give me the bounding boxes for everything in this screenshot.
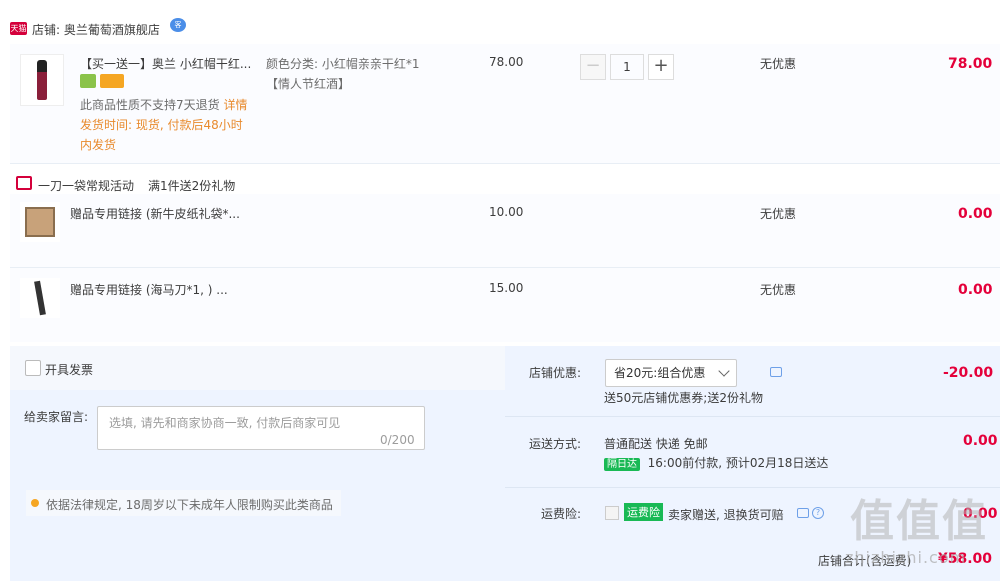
chevron-down-icon	[718, 365, 730, 377]
watermark-url: zhizhizhi.com	[845, 548, 967, 567]
gift-discount: 无优惠	[760, 283, 797, 297]
details-link[interactable]: 详情	[223, 98, 247, 112]
next-day-badge: 隔日达	[604, 458, 640, 471]
legal-notice-text: 依据法律规定, 18周岁以下未成年人限制购买此类商品	[46, 498, 333, 512]
decrease-quantity-button[interactable]: −	[580, 54, 606, 80]
corkscrew-icon	[34, 280, 46, 316]
item-subtotal: 78.00	[948, 56, 993, 72]
product-thumbnail[interactable]	[20, 54, 64, 106]
freight-insurance-label: 运费险:	[541, 507, 582, 521]
tmall-badge-icon: 天猫	[10, 22, 27, 35]
sku-option: 颜色分类: 小红帽亲亲干红*1	[266, 57, 420, 71]
ship-time-line2: 内发货	[80, 138, 117, 152]
gift-icon	[16, 176, 32, 190]
delivery-label: 运送方式:	[529, 437, 582, 451]
shop-name-link[interactable]: 店铺: 奥兰葡萄酒旗舰店	[32, 21, 160, 38]
gift-title[interactable]: 赠品专用链接 (海马刀*1, ) ...	[70, 281, 228, 298]
quantity-input[interactable]: 1	[610, 54, 644, 80]
freight-insurance-text: 卖家赠送, 退换货可赔	[668, 508, 784, 522]
gift-price: 10.00	[489, 205, 524, 219]
message-label: 给卖家留言:	[24, 410, 89, 424]
return-notice: 此商品性质不支持7天退货 详情	[80, 96, 247, 113]
gift-subtotal: 0.00	[958, 282, 993, 298]
ship-time-line1: 发货时间: 现货, 付款后48小时	[80, 118, 243, 132]
gift-item-row	[10, 268, 1000, 342]
delivery-method: 普通配送 快递 免邮	[604, 437, 708, 451]
message-counter: 0/200	[380, 433, 415, 447]
gift-thumbnail[interactable]	[20, 202, 60, 242]
freight-insurance-badge: 运费险	[624, 503, 663, 521]
shop-discount-label: 店铺优惠:	[529, 366, 582, 380]
promotion-name: 一刀一袋常规活动	[38, 179, 135, 193]
shop-discount-value: 省20元:组合优惠	[614, 366, 706, 380]
divider	[505, 487, 1000, 488]
invoice-label[interactable]: 开具发票	[45, 361, 93, 378]
message-placeholder: 选填, 请先和商家协商一致, 付款后商家可见	[109, 416, 341, 430]
freight-insurance-checkbox[interactable]	[605, 506, 619, 520]
lightbulb-icon	[31, 499, 39, 507]
return-notice-text: 此商品性质不支持7天退货	[80, 98, 220, 112]
shop-discount-detail: 送50元店铺优惠券;送2份礼物	[604, 391, 763, 405]
discount-status: 无优惠	[760, 57, 797, 71]
insurance-message-icon[interactable]	[797, 508, 809, 518]
shop-discount-amount: -20.00	[943, 365, 994, 381]
divider	[505, 416, 1000, 417]
gift-price: 15.00	[489, 281, 524, 295]
chat-icon[interactable]: 客	[170, 18, 186, 32]
gift-bag-icon	[25, 207, 55, 237]
sku-option-sub: 【情人节红酒】	[266, 77, 351, 91]
delivery-eta: 隔日达 16:00前付款, 预计02月18日送达	[604, 454, 828, 471]
help-icon[interactable]: ?	[812, 507, 824, 519]
gift-discount: 无优惠	[760, 207, 797, 221]
unit-price: 78.00	[489, 55, 524, 69]
gift-title[interactable]: 赠品专用链接 (新牛皮纸礼袋*...	[70, 205, 240, 222]
product-title[interactable]: 【买一送一】奥兰 小红帽干红...	[80, 55, 251, 72]
increase-quantity-button[interactable]: +	[648, 54, 674, 80]
gift-subtotal: 0.00	[958, 206, 993, 222]
delivery-eta-text: 16:00前付款, 预计02月18日送达	[647, 456, 829, 470]
quantity-stepper: − 1 +	[580, 54, 674, 80]
gift-thumbnail[interactable]	[20, 278, 60, 318]
service-badge-icon	[80, 74, 96, 88]
promotion-rule: 满1件送2份礼物	[148, 179, 236, 193]
wine-bottle-icon	[37, 60, 47, 100]
shop-discount-select[interactable]: 省20元:组合优惠	[605, 359, 737, 387]
discount-info-icon[interactable]	[770, 367, 782, 377]
card-badge-icon	[100, 74, 124, 88]
watermark-logo: 值值值	[850, 496, 988, 547]
delivery-amount: 0.00	[963, 433, 998, 449]
invoice-checkbox[interactable]	[25, 360, 41, 376]
